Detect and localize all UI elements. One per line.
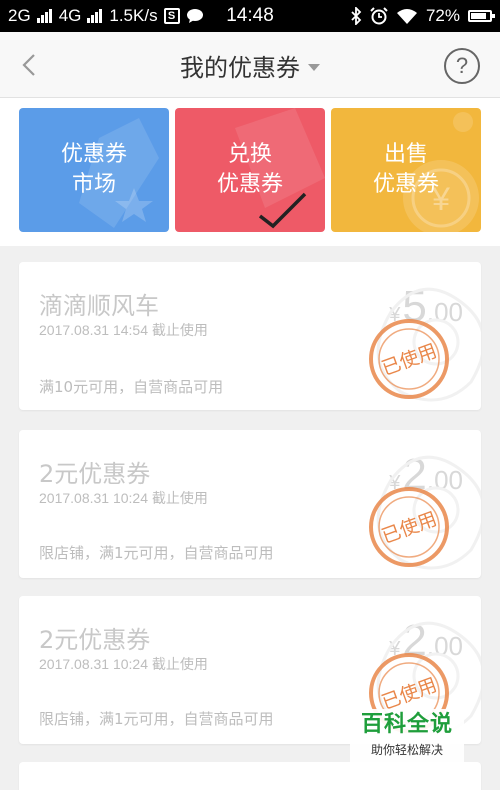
- alarm-icon: [370, 7, 388, 25]
- used-stamp: 已使用: [369, 487, 449, 567]
- redeem-coupon-tile[interactable]: 兑换 优惠券: [175, 108, 325, 232]
- stamp-text: 已使用: [379, 508, 440, 548]
- battery-percent: 72%: [425, 6, 460, 25]
- stamp-text: 已使用: [379, 340, 440, 380]
- action-tiles: 优惠券 市场 兑换 优惠券 ¥ 出售 优惠券: [0, 98, 500, 246]
- coupon-conditions: 限店铺，满1元可用，自营商品可用: [39, 710, 274, 728]
- tile-line2: 优惠券: [372, 172, 439, 197]
- tile-line2: 优惠券: [216, 172, 283, 197]
- network-speed: 1.5K/s: [109, 6, 158, 25]
- coupon-card[interactable]: 滴滴顺风车 2017.08.31 14:54 截止使用 满10元可用，自营商品可…: [19, 262, 481, 410]
- badge-subtitle: 助你轻松解决: [370, 743, 443, 757]
- coupon-market-tile[interactable]: 优惠券 市场: [19, 108, 169, 232]
- coupon-conditions: 满10元可用，自营商品可用: [39, 378, 224, 396]
- coupon-expiry: 2017.08.31 14:54 截止使用: [39, 322, 208, 338]
- used-stamp: 已使用: [369, 319, 449, 399]
- tile-line1: 兑换: [227, 142, 272, 167]
- coupon-expiry: 2017.08.31 10:24 截止使用: [39, 490, 208, 506]
- coupon-title: 2元优惠券: [39, 460, 151, 488]
- wifi-icon: [396, 9, 417, 24]
- coupon-conditions: 限店铺，满1元可用，自营商品可用: [39, 544, 274, 562]
- battery-icon: [468, 10, 495, 22]
- dropdown-triangle-icon: [308, 63, 320, 71]
- app-s-icon: S: [163, 8, 180, 24]
- coupon-expiry: 2017.08.31 10:24 截止使用: [39, 656, 208, 672]
- status-bar: 2G 4G 1.5K/s S 14:48 72%: [0, 0, 500, 32]
- stamp-text: 已使用: [379, 674, 440, 714]
- coupon-card[interactable]: 2元优惠券 2017.08.31 10:24 截止使用 限店铺，满1元可用，自营…: [19, 430, 481, 578]
- help-button[interactable]: ?: [444, 48, 480, 84]
- chat-bubble-icon: [186, 9, 203, 23]
- coupon-title: 滴滴顺风车: [39, 292, 159, 320]
- tile-line1: 出售: [383, 142, 428, 167]
- badge-title: 百科全说: [360, 712, 453, 737]
- network-4g-label: 4G: [58, 6, 82, 25]
- signal-icon: [36, 9, 53, 23]
- coupon-title: 2元优惠券: [39, 626, 151, 654]
- tile-line2: 市场: [71, 172, 116, 197]
- sell-coupon-tile[interactable]: ¥ 出售 优惠券: [331, 108, 481, 232]
- bluetooth-icon: [351, 7, 362, 25]
- navigation-bar: 我的优惠券 ?: [0, 32, 500, 98]
- baike-watermark-logo: 百科全说 助你轻松解决: [350, 709, 464, 769]
- tile-line1: 优惠券: [60, 142, 127, 167]
- title-dropdown[interactable]: 我的优惠券: [0, 32, 500, 98]
- signal-icon: [87, 9, 103, 23]
- page-title: 我的优惠券: [180, 53, 300, 82]
- network-2g-label: 2G: [8, 6, 31, 25]
